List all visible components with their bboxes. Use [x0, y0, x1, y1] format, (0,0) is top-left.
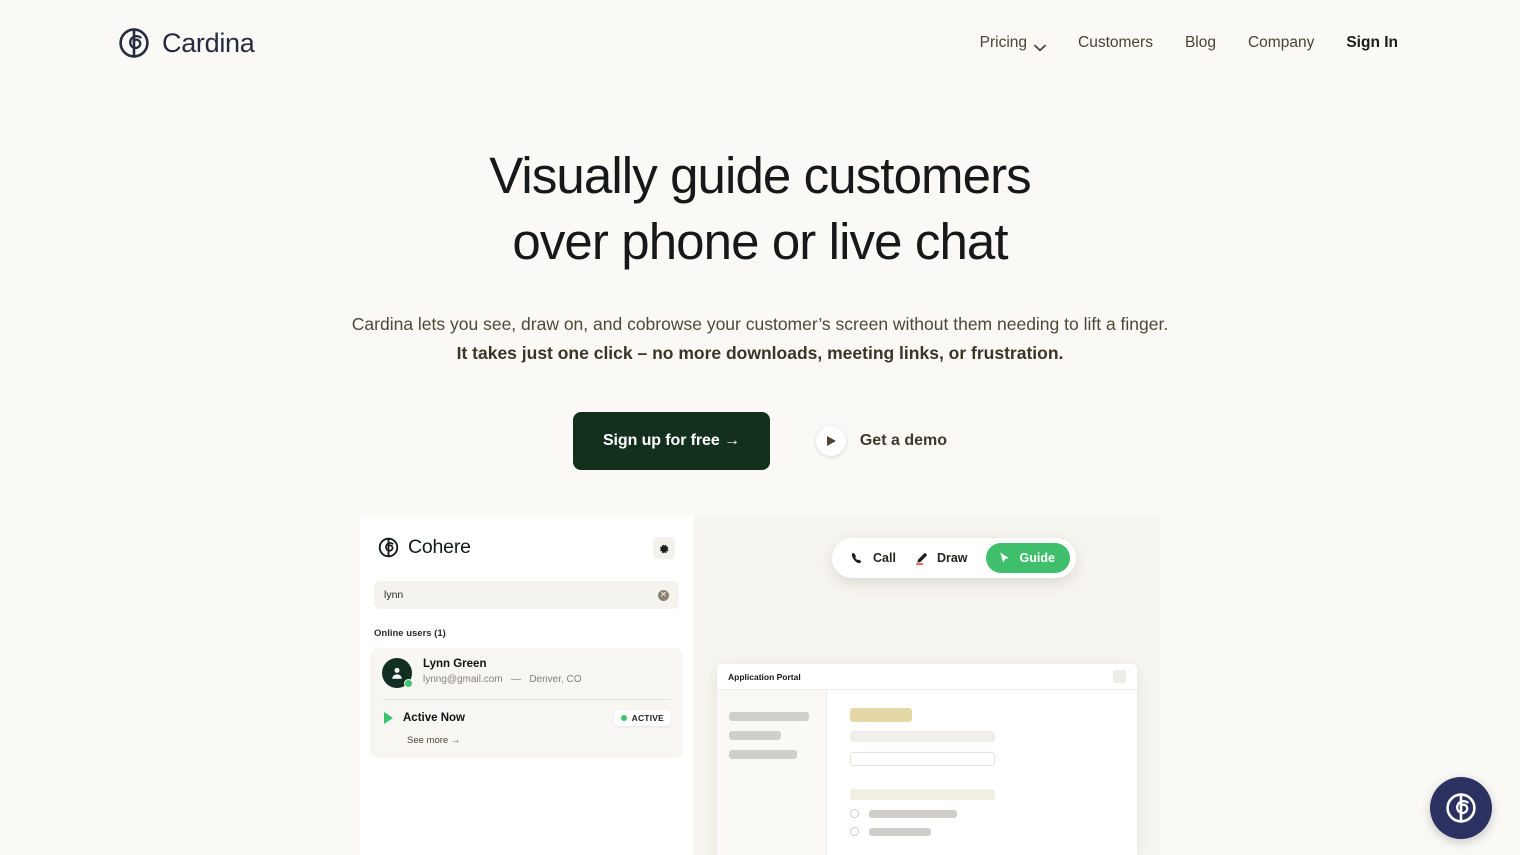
- status-dot-icon: [620, 715, 627, 721]
- search-input[interactable]: lynn ✕: [374, 581, 679, 609]
- cardina-spiral-logo-icon: [1446, 793, 1476, 823]
- user-meta: lynng@gmail.com — Denver, CO: [423, 674, 582, 685]
- play-icon: [815, 426, 846, 456]
- skeleton-bar: [850, 731, 995, 742]
- headline-line-2: over phone or live chat: [512, 213, 1008, 270]
- cohere-panel-header: Cohere: [360, 516, 693, 559]
- skeleton-highlight: [850, 708, 912, 722]
- application-portal-window: Application Portal: [717, 664, 1137, 855]
- skeleton-bar: [729, 731, 781, 740]
- pencil-icon: [914, 551, 929, 566]
- online-status-dot: [404, 679, 413, 688]
- get-a-demo-button[interactable]: Get a demo: [815, 426, 947, 456]
- user-summary: Lynn Green lynng@gmail.com — Denver, CO: [382, 658, 671, 688]
- divider: [382, 699, 671, 700]
- phone-icon: [850, 551, 865, 566]
- hero-subtitle: Cardina lets you see, draw on, and cobro…: [0, 310, 1520, 368]
- hero-subtitle-line-2: It takes just one click – no more downlo…: [456, 343, 1064, 363]
- settings-button[interactable]: [653, 536, 675, 559]
- radio-button-icon[interactable]: [850, 827, 859, 836]
- cohere-app-name: Cohere: [408, 536, 471, 558]
- person-avatar-icon: [392, 667, 402, 679]
- user-text: Lynn Green lynng@gmail.com — Denver, CO: [423, 658, 582, 685]
- active-now-label: Active Now: [403, 712, 465, 724]
- landing-page: Cardina Pricing Customers Blog Company S…: [0, 0, 1520, 855]
- guide-button[interactable]: Guide: [985, 543, 1070, 573]
- user-location: Denver, CO: [529, 674, 582, 685]
- portal-titlebar: Application Portal: [717, 664, 1137, 690]
- active-session-row[interactable]: Active Now ACTIVE: [382, 710, 671, 726]
- hero-section: Visually guide customers over phone or l…: [0, 0, 1520, 470]
- meta-separator: —: [510, 674, 521, 685]
- user-email: lynng@gmail.com: [423, 674, 503, 685]
- skeleton-bar: [729, 750, 797, 759]
- product-screenshot: Cohere lynn ✕ Online users (1) Lynn Gree…: [360, 516, 1160, 855]
- cohere-spiral-logo-icon: [378, 537, 399, 558]
- online-users-label: Online users (1): [374, 628, 446, 639]
- portal-text-input[interactable]: [850, 752, 995, 766]
- status-badge-text: ACTIVE: [631, 713, 664, 723]
- hero-cta-row: Sign up for free → Get a demo: [0, 412, 1520, 470]
- portal-sidebar: [717, 690, 827, 855]
- headline-line-1: Visually guide customers: [489, 147, 1031, 204]
- draw-button[interactable]: Draw: [914, 551, 968, 566]
- clear-circle-icon[interactable]: ✕: [658, 589, 669, 601]
- portal-title: Application Portal: [728, 671, 801, 682]
- see-more-link[interactable]: See more →: [407, 735, 671, 746]
- skeleton-bar: [869, 827, 931, 836]
- session-toolbar: Call Draw Guide: [832, 538, 1076, 578]
- skeleton-bar: [850, 789, 995, 800]
- list-item[interactable]: Lynn Green lynng@gmail.com — Denver, CO …: [370, 648, 683, 758]
- user-name: Lynn Green: [423, 658, 487, 670]
- call-label: Call: [873, 551, 896, 565]
- portal-body: [717, 690, 1137, 855]
- cohere-brand: Cohere: [378, 536, 471, 559]
- sign-up-button[interactable]: Sign up for free →: [572, 412, 770, 470]
- cohere-agent-panel: Cohere lynn ✕ Online users (1) Lynn Gree…: [360, 516, 693, 855]
- radio-button-icon[interactable]: [850, 809, 859, 818]
- window-box-icon[interactable]: [1113, 670, 1126, 683]
- open-chat-button[interactable]: [1430, 777, 1492, 839]
- play-triangle-icon: [384, 712, 393, 724]
- call-button[interactable]: Call: [850, 551, 896, 566]
- skeleton-bar: [869, 809, 957, 818]
- portal-main: [827, 690, 1137, 855]
- get-a-demo-label: Get a demo: [859, 432, 947, 449]
- page-title: Visually guide customers over phone or l…: [0, 143, 1520, 275]
- hero-subtitle-line-1: Cardina lets you see, draw on, and cobro…: [351, 314, 1169, 334]
- guide-label: Guide: [1019, 551, 1055, 565]
- cursor-arrow-icon: [997, 551, 1012, 566]
- portal-radio-row[interactable]: [850, 827, 1109, 836]
- status-badge: ACTIVE: [613, 710, 671, 726]
- skeleton-bar: [729, 712, 809, 721]
- avatar: [382, 658, 413, 688]
- search-input-value: lynn: [384, 589, 404, 601]
- gear-icon: [658, 542, 670, 554]
- draw-label: Draw: [936, 551, 968, 565]
- portal-radio-row[interactable]: [850, 809, 1109, 818]
